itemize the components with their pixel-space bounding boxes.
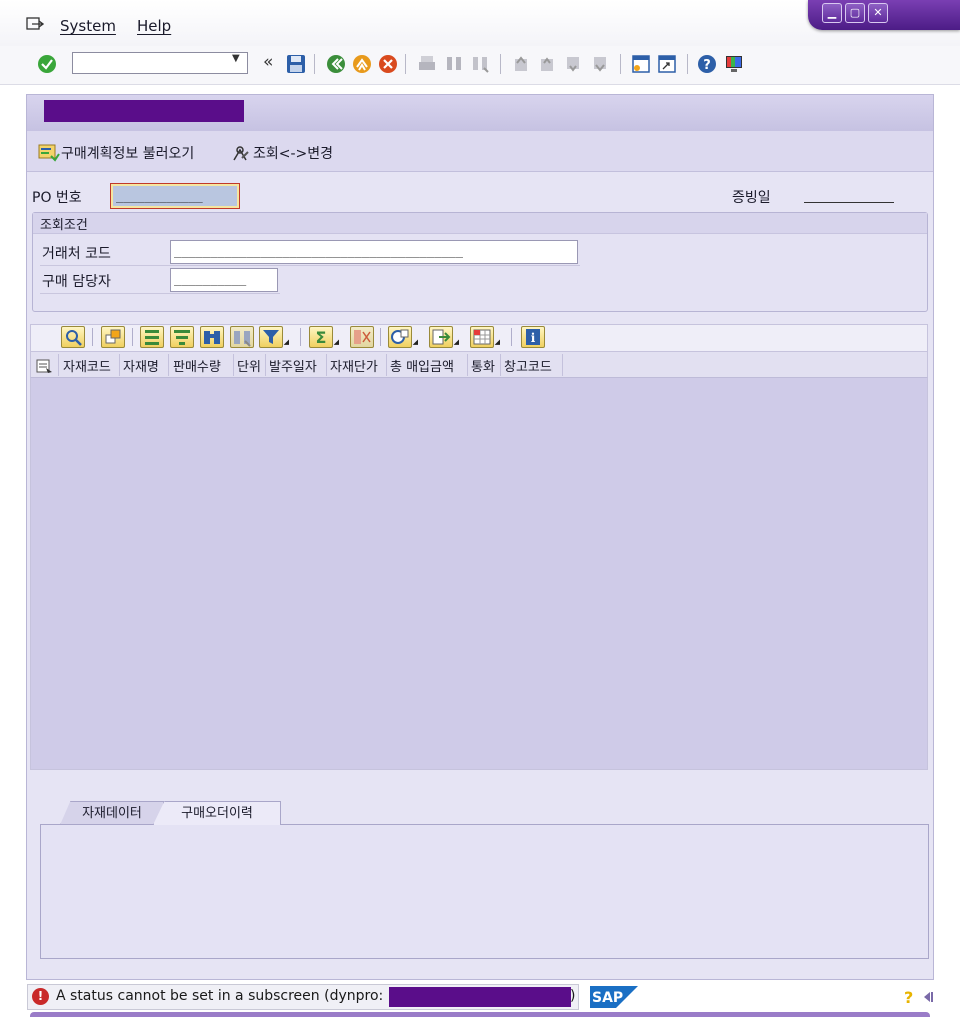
bottom-border (30, 1012, 930, 1017)
vendor-code-input[interactable]: ________________________________________ (170, 240, 578, 264)
buyer-label: 구매 담당자 (42, 274, 111, 290)
previous-page-icon (537, 54, 557, 74)
po-number-label: PO 번호 (32, 190, 82, 206)
svg-text:i: i (531, 331, 536, 345)
column-header[interactable]: 통화 (471, 356, 495, 375)
collapse-status-icon[interactable] (920, 990, 934, 1008)
cancel-icon[interactable] (378, 54, 398, 74)
enter-check-icon[interactable] (37, 54, 57, 74)
subtotal-icon (350, 326, 374, 348)
export-icon[interactable]: ◢ (429, 326, 459, 348)
close-icon[interactable]: ✕ (868, 3, 888, 23)
menu-icon[interactable] (26, 16, 45, 36)
row-divider (40, 293, 280, 294)
sap-logo: SAP (590, 986, 638, 1008)
minimize-icon[interactable]: ▁ (822, 3, 842, 23)
redacted-dynpro (389, 987, 571, 1007)
svg-text:?: ? (904, 988, 913, 1006)
next-page-icon (563, 54, 583, 74)
last-page-icon (590, 54, 610, 74)
refresh-icon[interactable] (101, 326, 125, 348)
status-message[interactable]: A status cannot be set in a subscreen (d… (56, 988, 383, 1004)
column-header[interactable]: 발주일자 (269, 356, 317, 375)
maximize-icon[interactable]: ▢ (845, 3, 865, 23)
row-divider (40, 265, 580, 266)
print-preview-icon[interactable]: ◢ (388, 326, 418, 348)
info-icon[interactable]: i (521, 326, 545, 348)
find-icon (444, 54, 464, 74)
svg-text:Σ: Σ (316, 328, 327, 347)
po-number-input[interactable]: ____________ (110, 183, 240, 209)
find-next-icon (230, 326, 254, 348)
toggle-display-change-button[interactable]: 조회<->변경 (253, 143, 333, 163)
redacted-title (44, 100, 244, 122)
exit-icon[interactable] (352, 54, 372, 74)
column-header[interactable]: 단위 (237, 356, 261, 375)
shortcut-icon[interactable] (657, 54, 677, 74)
tab-panel (40, 824, 929, 959)
sort-ascending-icon[interactable] (140, 326, 164, 348)
help-icon[interactable]: ? (697, 54, 717, 74)
buyer-input[interactable]: __________ (170, 268, 278, 292)
menu-system[interactable]: System (60, 17, 116, 35)
load-plan-icon[interactable] (38, 142, 60, 166)
column-header[interactable]: 자재코드 (63, 356, 111, 375)
column-header[interactable]: 자재단가 (330, 356, 378, 375)
help-question-icon[interactable]: ? (902, 988, 918, 1010)
column-header[interactable]: 판매수량 (173, 356, 221, 375)
tab-purchase-order-history[interactable]: 구매오더이력 (153, 801, 281, 825)
sum-icon[interactable]: Σ ◢ (309, 326, 339, 348)
filter-icon[interactable]: ◢ (259, 326, 289, 348)
display-change-icon[interactable] (230, 144, 252, 168)
search-conditions-header (33, 213, 927, 234)
svg-text:SAP: SAP (592, 990, 623, 1006)
sort-descending-icon[interactable] (170, 326, 194, 348)
find-next-icon (470, 54, 490, 74)
first-page-icon (511, 54, 531, 74)
tab-material-data[interactable]: 자재데이터 (60, 801, 164, 825)
new-session-icon[interactable] (631, 54, 651, 74)
select-all-icon[interactable] (36, 358, 54, 378)
details-icon[interactable] (61, 326, 85, 348)
layout-icon[interactable]: ◢ (470, 326, 500, 348)
find-icon[interactable] (200, 326, 224, 348)
layout-menu-icon[interactable] (724, 54, 744, 74)
back-icon[interactable] (326, 54, 346, 74)
chevron-down-icon[interactable]: ▼ (232, 53, 240, 64)
command-field[interactable] (72, 52, 248, 74)
search-conditions-title: 조회조건 (40, 218, 88, 233)
column-header[interactable]: 창고코드 (504, 356, 552, 375)
error-icon: ! (32, 988, 49, 1005)
grid-body[interactable] (30, 378, 928, 770)
window-controls: ▁ ▢ ✕ (808, 0, 960, 30)
column-header[interactable]: 자재명 (123, 356, 159, 375)
column-header[interactable]: 총 매입금액 (390, 356, 454, 375)
svg-text:?: ? (703, 58, 711, 73)
load-plan-button[interactable]: 구매계획정보 불러오기 (61, 143, 194, 163)
save-icon[interactable] (286, 54, 306, 74)
vendor-code-label: 거래처 코드 (42, 246, 111, 262)
document-date-input[interactable] (804, 202, 894, 203)
back-chevron-icon[interactable]: « (263, 52, 273, 72)
document-date-label: 증빙일 (732, 190, 771, 206)
status-close-paren: ) (570, 988, 576, 1004)
print-icon (417, 54, 437, 74)
menu-help[interactable]: Help (137, 17, 171, 35)
